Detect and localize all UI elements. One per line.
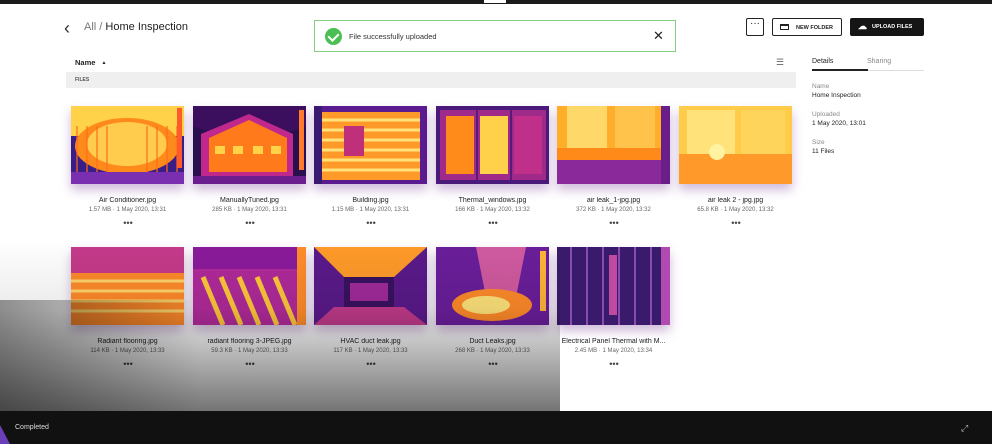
file-name[interactable]: air leak_1-jpg.jpg (551, 197, 676, 204)
file-name[interactable]: HVAC duct leak.jpg (308, 338, 433, 345)
detail-name-value: Home Inspection (812, 92, 861, 99)
file-more-icon[interactable]: ••• (604, 360, 624, 369)
thumbnail[interactable] (71, 247, 184, 325)
thumbnail[interactable] (679, 106, 792, 184)
file-name[interactable]: Duct Leaks.jpg (430, 338, 555, 345)
top-bar-notch (484, 0, 506, 3)
file-tile[interactable]: Radiant flooring.jpg 114 KB · 1 May 2020… (71, 247, 184, 369)
files-section-header: FILES (66, 72, 796, 88)
thumbnail[interactable] (314, 247, 427, 325)
detail-uploaded-label: Uploaded (812, 111, 840, 118)
status-bar: Completed ⤢ (0, 411, 992, 444)
expand-icon[interactable]: ⤢ (961, 423, 968, 434)
tab-underline (812, 69, 924, 71)
thumbnail[interactable] (436, 106, 549, 184)
sort-asc-icon: ▲ (101, 60, 107, 66)
breadcrumb: All / Home Inspection (84, 21, 188, 33)
tab-sharing[interactable]: Sharing (867, 58, 891, 65)
file-tile[interactable]: ManuallyTuned.jpg 285 KB · 1 May 2020, 1… (193, 106, 306, 228)
file-meta: 372 KB · 1 May 2020, 13:32 (576, 207, 651, 213)
cloud-upload-icon: ☁ (858, 21, 867, 31)
file-name[interactable]: Building.jpg (308, 197, 433, 204)
file-tile[interactable]: Electrical Panel Thermal with M... 2.45 … (557, 247, 670, 369)
file-name[interactable]: radiant flooring 3-JPEG.jpg (187, 338, 312, 345)
file-meta: 65.8 KB · 1 May 2020, 13:32 (697, 207, 774, 213)
file-name[interactable]: Electrical Panel Thermal with M... (551, 338, 676, 345)
file-more-icon[interactable]: ••• (483, 360, 503, 369)
file-name[interactable]: Radiant flooring.jpg (65, 338, 190, 345)
sort-column-label: Name (75, 58, 96, 67)
breadcrumb-separator: / (99, 21, 103, 33)
file-more-icon[interactable]: ••• (240, 219, 260, 228)
file-tile[interactable]: Duct Leaks.jpg 268 KB · 1 May 2020, 13:3… (436, 247, 549, 369)
file-name[interactable]: Thermal_windows.jpg (430, 197, 555, 204)
check-circle-icon (325, 28, 342, 45)
file-tile[interactable]: Air Conditioner.jpg 1.57 MB · 1 May 2020… (71, 106, 184, 228)
file-more-icon[interactable]: ••• (361, 219, 381, 228)
detail-size-label: Size (812, 139, 825, 146)
new-folder-button[interactable]: NEW FOLDER (772, 18, 842, 36)
file-meta: 2.45 MB · 1 May 2020, 13:34 (574, 348, 653, 354)
file-meta: 166 KB · 1 May 2020, 13:32 (455, 207, 530, 213)
sort-name-column[interactable]: Name ▲ (75, 58, 106, 67)
file-tile[interactable]: Building.jpg 1.15 MB · 1 May 2020, 13:31… (314, 106, 427, 228)
file-tile[interactable]: HVAC duct leak.jpg 117 KB · 1 May 2020, … (314, 247, 427, 369)
toast-message: File successfully uploaded (349, 32, 437, 41)
file-name[interactable]: air leak 2 - jpg.jpg (673, 197, 798, 204)
detail-size-value: 11 Files (812, 148, 835, 155)
new-folder-label: NEW FOLDER (796, 25, 833, 31)
thumbnail[interactable] (436, 247, 549, 325)
folder-icon (780, 24, 789, 30)
thumbnail[interactable] (557, 247, 670, 325)
detail-name-label: Name (812, 83, 830, 90)
upload-files-label: UPLOAD FILES (872, 24, 913, 30)
back-chevron-icon[interactable]: ‹ (64, 18, 78, 38)
file-more-icon[interactable]: ••• (483, 219, 503, 228)
file-tile[interactable]: Thermal_windows.jpg 166 KB · 1 May 2020,… (436, 106, 549, 228)
file-more-icon[interactable]: ••• (361, 360, 381, 369)
file-name[interactable]: ManuallyTuned.jpg (187, 197, 312, 204)
upload-files-button[interactable]: ☁ UPLOAD FILES (850, 18, 924, 36)
file-tile[interactable]: radiant flooring 3-JPEG.jpg 59.3 KB · 1 … (193, 247, 306, 369)
file-more-icon[interactable]: ••• (726, 219, 746, 228)
file-meta: 114 KB · 1 May 2020, 13:33 (90, 348, 165, 354)
breadcrumb-current: Home Inspection (105, 21, 188, 33)
tab-details[interactable]: Details (812, 58, 833, 65)
thumbnail[interactable] (193, 106, 306, 184)
file-more-icon[interactable]: ••• (240, 360, 260, 369)
thumbnail[interactable] (71, 106, 184, 184)
list-view-icon[interactable]: ☰ (776, 58, 784, 67)
thumbnail[interactable] (193, 247, 306, 325)
file-meta: 285 KB · 1 May 2020, 13:31 (212, 207, 287, 213)
upload-success-toast: File successfully uploaded ✕ (314, 20, 676, 52)
file-more-icon[interactable]: ••• (604, 219, 624, 228)
file-meta: 1.15 MB · 1 May 2020, 13:31 (331, 207, 410, 213)
file-meta: 1.57 MB · 1 May 2020, 13:31 (88, 207, 167, 213)
file-meta: 268 KB · 1 May 2020, 13:33 (455, 348, 530, 354)
thumbnail[interactable] (314, 106, 427, 184)
top-bar (0, 0, 992, 4)
thumbnail[interactable] (557, 106, 670, 184)
files-section-label: FILES (75, 77, 90, 83)
status-text: Completed (15, 424, 49, 431)
more-options-button[interactable]: ··· (746, 18, 764, 36)
brand-corner-icon (0, 425, 10, 444)
close-icon[interactable]: ✕ (653, 28, 664, 44)
file-more-icon[interactable]: ••• (118, 219, 138, 228)
file-meta: 117 KB · 1 May 2020, 13:33 (333, 348, 408, 354)
file-tile[interactable]: air leak_1-jpg.jpg 372 KB · 1 May 2020, … (557, 106, 670, 228)
file-name[interactable]: Air Conditioner.jpg (65, 197, 190, 204)
file-meta: 59.3 KB · 1 May 2020, 13:33 (211, 348, 288, 354)
detail-uploaded-value: 1 May 2020, 13:01 (812, 120, 866, 127)
file-more-icon[interactable]: ••• (118, 360, 138, 369)
tab-active-indicator (812, 69, 868, 71)
file-tile[interactable]: air leak 2 - jpg.jpg 65.8 KB · 1 May 202… (679, 106, 792, 228)
breadcrumb-root[interactable]: All (84, 21, 96, 33)
